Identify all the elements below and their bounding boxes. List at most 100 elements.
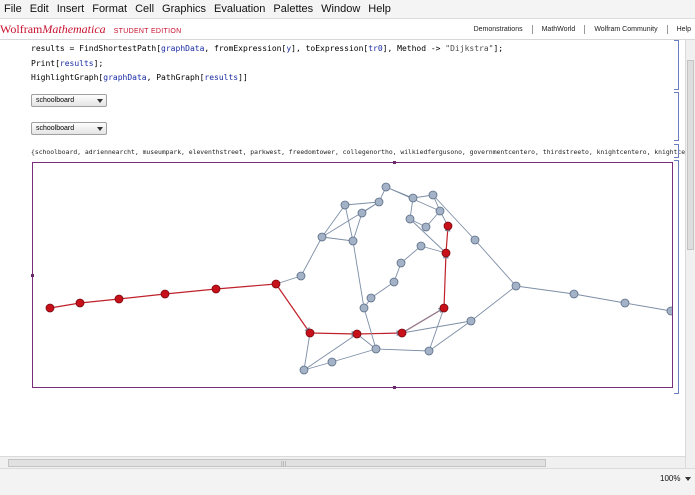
graph-node[interactable] (511, 281, 521, 291)
menu-edit[interactable]: Edit (26, 0, 53, 18)
end-popup-menu[interactable]: schoolboard (31, 122, 107, 135)
path-node[interactable] (211, 284, 221, 294)
graph-edge (515, 285, 575, 296)
code-token: ], Method -> (382, 44, 446, 53)
horizontal-scroll-thumb[interactable]: ||| (8, 459, 546, 467)
graph-node[interactable] (408, 193, 418, 203)
path-edge (442, 252, 449, 309)
graph-node[interactable] (396, 258, 406, 268)
code-token: toExpression (305, 44, 364, 53)
start-popup-menu[interactable]: schoolboard (31, 94, 107, 107)
popup-value: schoolboard (36, 97, 75, 104)
code-line-highlightgraph[interactable]: HighlightGraph[graphData, PathGraph[resu… (31, 73, 248, 82)
menu-palettes[interactable]: Palettes (269, 0, 317, 18)
graph-node[interactable] (405, 214, 415, 224)
path-edge (164, 288, 217, 295)
graph-node[interactable] (666, 306, 672, 316)
graph-node[interactable] (296, 271, 306, 281)
cell-bracket[interactable] (674, 92, 679, 141)
path-node[interactable] (75, 298, 85, 308)
vertical-scroll-thumb[interactable] (687, 60, 694, 250)
code-token: graphData (103, 73, 147, 82)
graph-edge (624, 302, 672, 313)
graph-node[interactable] (421, 222, 431, 232)
network-graph[interactable] (33, 163, 672, 387)
menu-file[interactable]: File (0, 0, 26, 18)
code-token: , PathGraph[ (146, 73, 205, 82)
path-node[interactable] (114, 294, 124, 304)
path-node[interactable] (439, 303, 449, 313)
path-node[interactable] (441, 248, 451, 258)
notebook-area[interactable]: results = FindShortestPath[graphData, fr… (0, 40, 685, 456)
menu-help[interactable]: Help (364, 0, 395, 18)
link-separator (531, 24, 533, 34)
graph-edge (428, 307, 445, 352)
resize-handle[interactable] (31, 274, 34, 277)
path-edge (275, 283, 311, 334)
graph-node[interactable] (348, 236, 358, 246)
graph-node[interactable] (620, 298, 630, 308)
path-node[interactable] (160, 289, 170, 299)
graph-edge (428, 320, 472, 352)
link-demonstrations[interactable]: Demonstrations (474, 26, 523, 33)
graph-node[interactable] (299, 365, 309, 375)
graph-node[interactable] (371, 344, 381, 354)
graph-node[interactable] (366, 293, 376, 303)
code-token: fromExpression (214, 44, 282, 53)
graph-edge (300, 236, 323, 277)
graph-node[interactable] (424, 346, 434, 356)
menu-format[interactable]: Format (88, 0, 131, 18)
graph-edge (302, 332, 311, 371)
graph-node[interactable] (466, 316, 476, 326)
graph-node[interactable] (357, 208, 367, 218)
graph-node[interactable] (381, 182, 391, 192)
graph-edge (470, 285, 517, 322)
path-node[interactable] (397, 328, 407, 338)
graph-edge (573, 293, 626, 305)
graph-output[interactable] (31, 161, 673, 389)
cell-bracket[interactable] (674, 40, 679, 90)
graph-node[interactable] (340, 200, 350, 210)
graph-node[interactable] (359, 303, 369, 313)
graph-node[interactable] (416, 241, 426, 251)
brand-mathematica: Mathematica (42, 21, 106, 36)
graph-node[interactable] (470, 235, 480, 245)
graph-node[interactable] (428, 190, 438, 200)
cell-bracket[interactable] (674, 144, 679, 158)
code-line-findshortestpath[interactable]: results = FindShortestPath[graphData, fr… (31, 44, 503, 53)
code-line-print[interactable]: Print[results]; (31, 59, 103, 68)
graph-node[interactable] (569, 289, 579, 299)
chevron-down-icon (97, 127, 103, 131)
link-help[interactable]: Help (677, 26, 691, 33)
menu-insert[interactable]: Insert (53, 0, 89, 18)
graph-edge (363, 307, 378, 350)
menu-cell[interactable]: Cell (131, 0, 158, 18)
menu-graphics[interactable]: Graphics (158, 0, 210, 18)
graph-node[interactable] (435, 206, 445, 216)
code-token: results = FindShortestPath[ (31, 44, 162, 53)
zoom-level[interactable]: 100% (660, 474, 680, 483)
graph-node[interactable] (317, 232, 327, 242)
path-node[interactable] (271, 279, 281, 289)
code-token: ]; (93, 59, 104, 68)
cell-bracket[interactable] (674, 160, 679, 394)
path-node[interactable] (352, 329, 362, 339)
chevron-down-icon[interactable] (685, 477, 691, 481)
path-node[interactable] (45, 303, 55, 313)
path-node[interactable] (305, 328, 315, 338)
link-mathworld[interactable]: MathWorld (542, 26, 576, 33)
menu-evaluation[interactable]: Evaluation (210, 0, 269, 18)
graph-edge (344, 204, 355, 242)
graph-edge (321, 204, 346, 238)
graph-node[interactable] (374, 197, 384, 207)
resize-handle[interactable] (393, 386, 396, 389)
resize-handle[interactable] (393, 161, 396, 164)
menu-window[interactable]: Window (317, 0, 364, 18)
graph-node[interactable] (389, 277, 399, 287)
path-node[interactable] (443, 221, 453, 231)
link-wolfram-community[interactable]: Wolfram Community (594, 26, 657, 33)
path-edge (118, 293, 166, 300)
vertical-scrollbar[interactable] (685, 40, 695, 468)
graph-node[interactable] (327, 357, 337, 367)
brand-edition: STUDENT EDITION (113, 27, 182, 35)
